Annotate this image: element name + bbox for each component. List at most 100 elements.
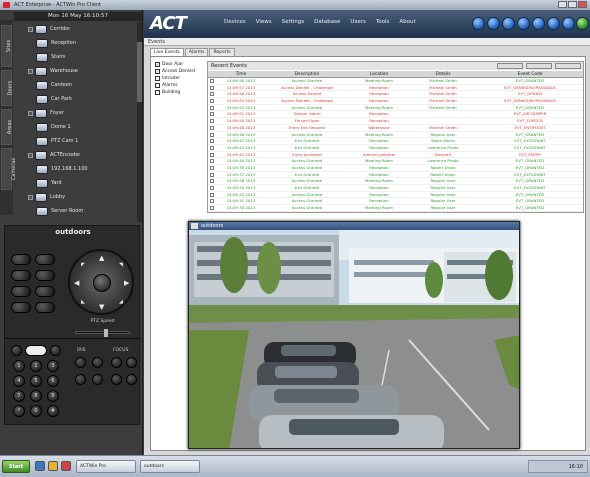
- filter-checkbox[interactable]: [155, 75, 160, 81]
- tab-reports[interactable]: Reports: [209, 48, 235, 56]
- tab-alarms[interactable]: Alarms: [184, 48, 209, 56]
- focus-far-button[interactable]: [126, 357, 137, 368]
- ptz-record-button[interactable]: [11, 345, 22, 356]
- filter-option[interactable]: Alarms: [155, 82, 201, 89]
- taskbar-task-video[interactable]: outdoors: [140, 460, 200, 473]
- tree-item[interactable]: Corridor: [28, 23, 70, 35]
- expand-icon[interactable]: [28, 152, 33, 158]
- expand-icon[interactable]: [28, 26, 33, 32]
- events-export-button[interactable]: [555, 63, 581, 69]
- filter-checkbox[interactable]: ✓: [155, 61, 160, 67]
- table-row[interactable]: 14:09:48 2013 Entry Exit Request Warehouse…: [208, 125, 583, 132]
- filter-option[interactable]: Intruder: [155, 75, 201, 82]
- vtab-areas[interactable]: Areas: [1, 109, 13, 145]
- zoom-out-button[interactable]: [92, 374, 103, 385]
- table-row[interactable]: 14:09:36 2013 Access Granted Meeting Room R…: [208, 178, 583, 185]
- start-button[interactable]: Start: [2, 460, 30, 473]
- ptz-snapshot-button[interactable]: [25, 345, 47, 356]
- row-checkbox[interactable]: [210, 159, 214, 164]
- keypad-button[interactable]: 2: [30, 360, 42, 372]
- menu-item[interactable]: Database: [314, 19, 340, 25]
- ptz-preset-button-6[interactable]: [35, 286, 55, 297]
- table-row[interactable]: 14:09:51 2013 Tamper Alarm Reception EVT_AI…: [208, 111, 583, 119]
- pan-left-icon[interactable]: ◀: [74, 279, 79, 287]
- column-header[interactable]: Description: [268, 71, 346, 78]
- taskbar-task-actwin[interactable]: ACTWin Pro: [76, 460, 136, 473]
- pan-down-right-icon[interactable]: ◢: [119, 299, 123, 305]
- menu-item[interactable]: Tools: [376, 19, 390, 25]
- video-titlebar[interactable]: outdoors: [189, 222, 519, 230]
- row-checkbox[interactable]: [210, 152, 214, 157]
- keypad-button[interactable]: 5: [30, 375, 42, 387]
- ptz-preset-button-2[interactable]: [35, 254, 55, 265]
- iris-open-button[interactable]: [75, 357, 86, 368]
- keypad-button[interactable]: 7: [13, 390, 25, 402]
- row-checkbox[interactable]: [210, 139, 214, 144]
- row-checkbox[interactable]: [210, 85, 214, 90]
- filter-checkbox[interactable]: [155, 89, 160, 95]
- table-row[interactable]: 14:09:54 2013 Access Denied - Challenge Re…: [208, 98, 583, 105]
- tree-item[interactable]: Warehouse: [28, 65, 78, 77]
- ptz-preset-button-7[interactable]: [11, 302, 31, 313]
- auto-focus-button[interactable]: [111, 374, 122, 385]
- menu-item[interactable]: About: [399, 19, 415, 25]
- row-checkbox[interactable]: [210, 132, 214, 137]
- row-checkbox[interactable]: [210, 186, 214, 190]
- maximize-button[interactable]: [568, 1, 577, 8]
- keypad-button[interactable]: 8: [30, 390, 42, 402]
- ptz-audio-button[interactable]: [50, 345, 61, 356]
- tree-item[interactable]: 192.168.1.100: [36, 163, 88, 175]
- pan-right-icon[interactable]: ▶: [124, 279, 129, 287]
- ptz-speed-knob[interactable]: [104, 329, 108, 337]
- ptz-speed-slider[interactable]: [75, 329, 130, 337]
- ptz-preset-button-8[interactable]: [35, 302, 55, 313]
- keypad-button[interactable]: 1: [13, 360, 25, 372]
- ptz-preset-button-3[interactable]: [11, 270, 31, 281]
- filter-option[interactable]: ✓ Access Denied: [155, 68, 201, 75]
- row-checkbox[interactable]: [210, 179, 214, 184]
- table-row[interactable]: 14:09:56 2013 Access Denied Reception Micha…: [208, 91, 583, 99]
- table-row[interactable]: 14:09:58 2013 Access Granted Meeting Room M…: [208, 78, 583, 85]
- keypad-button[interactable]: 0: [30, 405, 42, 417]
- tree-item[interactable]: PTZ Cam 1: [36, 135, 78, 147]
- iris-close-button[interactable]: [92, 357, 103, 368]
- pan-down-left-icon[interactable]: ◣: [81, 299, 85, 305]
- table-row[interactable]: 14:09:31 2013 Access Granted Reception Regu…: [208, 198, 583, 206]
- zoom-in-button[interactable]: [75, 374, 86, 385]
- pan-up-right-icon[interactable]: ◥: [119, 262, 123, 268]
- tree-item[interactable]: Stairs: [36, 51, 65, 63]
- table-row[interactable]: 14:09:34 2013 Exit Granted Reception Regula…: [208, 185, 583, 192]
- pan-up-left-icon[interactable]: ◤: [81, 262, 85, 268]
- auto-iris-button[interactable]: [126, 374, 137, 385]
- pan-up-icon[interactable]: ▲: [99, 254, 104, 262]
- table-row[interactable]: 14:09:42 2013 Entry Accepted Internal poss…: [208, 152, 583, 159]
- vtab-sites[interactable]: Sites: [1, 25, 12, 67]
- keypad-button[interactable]: 6: [47, 375, 59, 387]
- table-row[interactable]: 14:09:37 2013 Exit Granted Reception Robert…: [208, 172, 583, 179]
- tab-live-events[interactable]: Live Events: [150, 48, 184, 56]
- table-row[interactable]: 14:09:52 2013 Access Granted Meeting Room M…: [208, 105, 583, 112]
- camera-icon[interactable]: [487, 17, 500, 30]
- tree-scrollbar[interactable]: [137, 22, 142, 222]
- keypad-button[interactable]: *: [13, 405, 25, 417]
- tree-item[interactable]: Canteen: [36, 79, 72, 91]
- video-window[interactable]: outdoors: [188, 221, 520, 449]
- row-checkbox[interactable]: [210, 92, 214, 97]
- door-icon[interactable]: [502, 17, 515, 30]
- tree-item[interactable]: Car Park: [36, 93, 72, 105]
- expand-icon[interactable]: [28, 110, 33, 116]
- ptz-home-button[interactable]: [93, 274, 111, 292]
- vtab-cameras[interactable]: Cameras: [1, 148, 17, 190]
- keypad-button[interactable]: 9: [47, 390, 59, 402]
- keypad-button[interactable]: #: [47, 405, 59, 417]
- keypad-button[interactable]: 3: [47, 360, 59, 372]
- table-row[interactable]: 14:09:46 2013 Access Granted Meeting Room R…: [208, 132, 583, 139]
- table-row[interactable]: 14:09:33 2013 Access Granted Reception Regu…: [208, 192, 583, 199]
- tree-item[interactable]: Server Room: [36, 205, 83, 217]
- row-checkbox[interactable]: [210, 125, 214, 130]
- ptz-joystick[interactable]: ▲ ▼ ◀ ▶ ◤ ◥ ◣ ◢: [68, 249, 134, 315]
- row-checkbox[interactable]: [210, 145, 214, 150]
- events-pause-button[interactable]: [526, 63, 552, 69]
- back-icon[interactable]: [547, 17, 560, 30]
- row-checkbox[interactable]: [210, 192, 214, 197]
